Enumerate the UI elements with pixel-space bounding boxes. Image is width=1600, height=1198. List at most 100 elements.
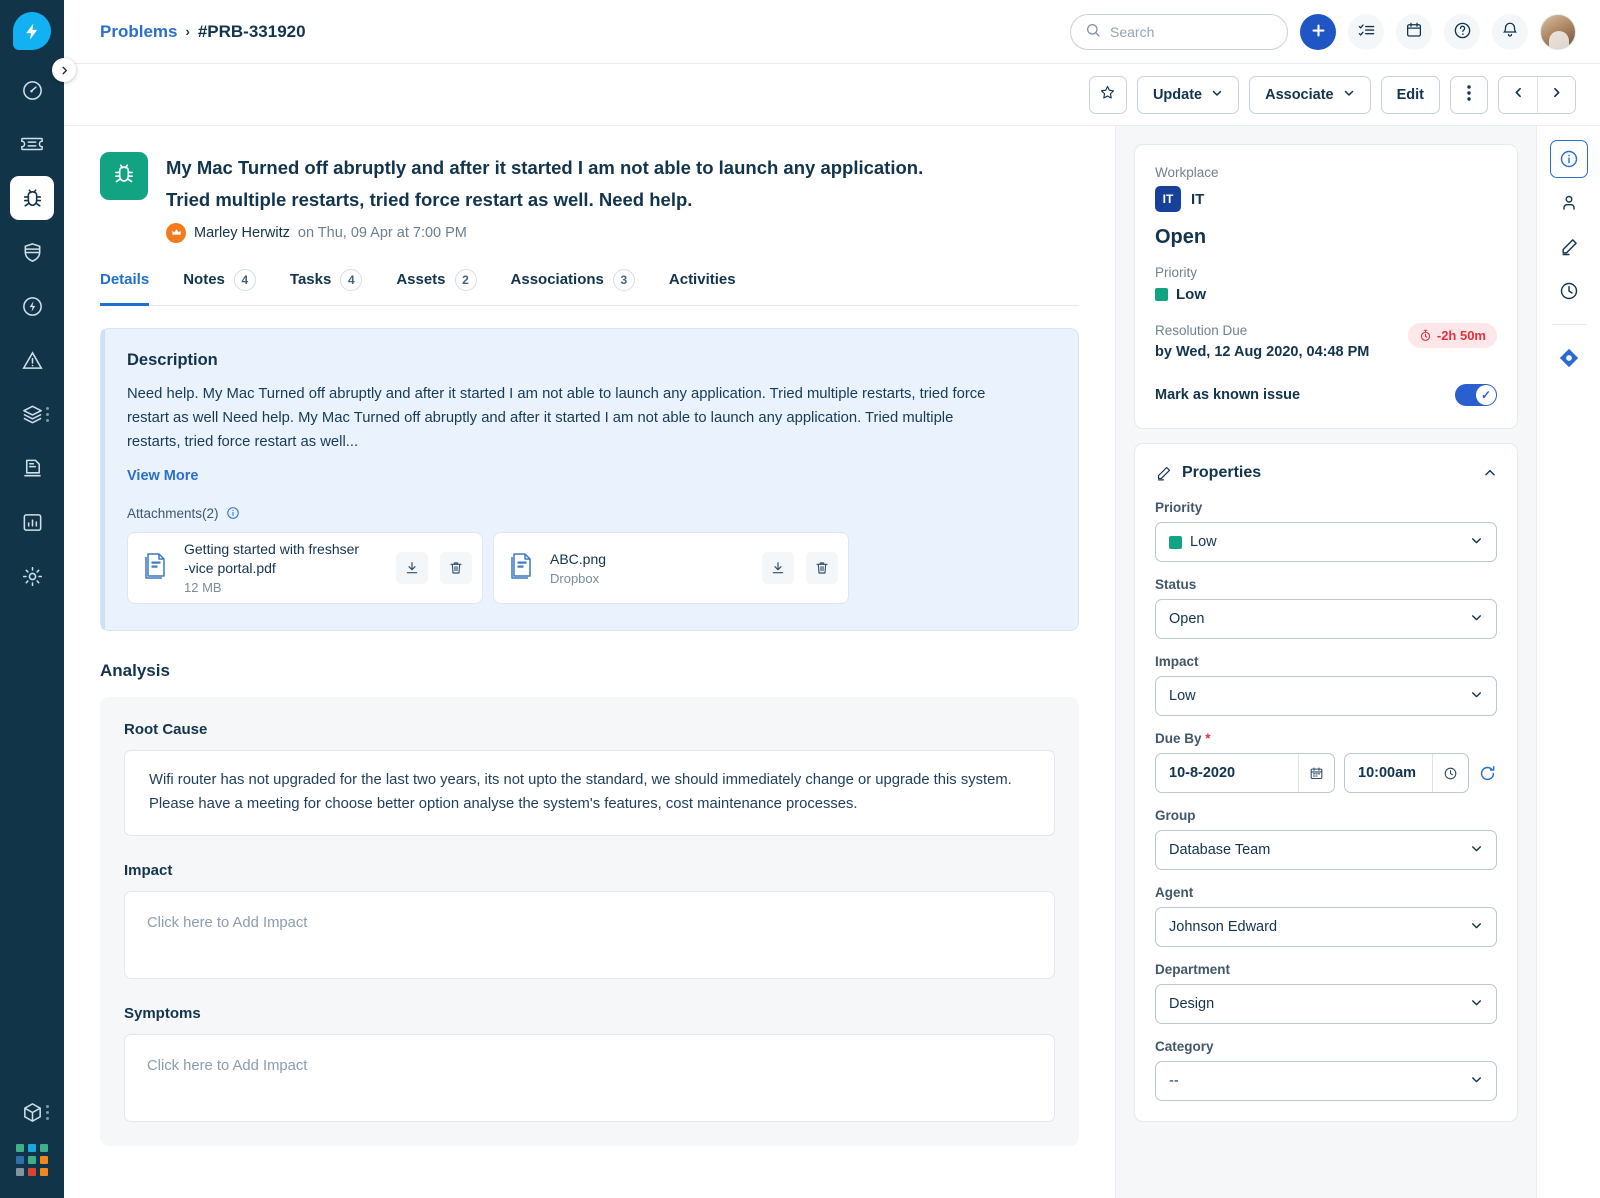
impact-input[interactable]: Click here to Add Impact bbox=[124, 890, 1055, 979]
tab-notes[interactable]: Notes 4 bbox=[183, 263, 256, 306]
properties-card: Properties Priority Low Status Open Impa… bbox=[1134, 443, 1518, 1122]
sidebar-item-dashboard[interactable] bbox=[10, 68, 54, 112]
previous-record-button[interactable] bbox=[1499, 76, 1537, 113]
attachment-item[interactable]: Getting started with freshser -vice port… bbox=[127, 531, 483, 604]
pencil-icon[interactable] bbox=[1550, 228, 1588, 266]
tab-details[interactable]: Details bbox=[100, 263, 150, 306]
tab-assets[interactable]: Assets 2 bbox=[396, 263, 477, 306]
app-root: Problems › #PRB-331920 Search Update Ass… bbox=[0, 0, 1600, 1198]
calendar-icon[interactable] bbox=[1298, 754, 1334, 792]
tab-tasks[interactable]: Tasks 4 bbox=[290, 263, 363, 306]
checklist-icon bbox=[1357, 21, 1376, 43]
status-select[interactable]: Open bbox=[1155, 599, 1497, 639]
tab-activities[interactable]: Activities bbox=[669, 263, 736, 306]
breadcrumb-parent[interactable]: Problems bbox=[100, 22, 177, 42]
description-heading: Description bbox=[127, 350, 218, 369]
tasks-button[interactable] bbox=[1348, 13, 1384, 50]
chevron-down-icon bbox=[1470, 611, 1483, 627]
priority-value: Low bbox=[1176, 286, 1206, 303]
author-name[interactable]: Marley Herwitz bbox=[194, 225, 290, 241]
trash-icon[interactable] bbox=[440, 551, 472, 584]
sidebar-item-releases[interactable] bbox=[10, 284, 54, 328]
favorite-button[interactable] bbox=[1088, 75, 1127, 114]
refresh-icon[interactable] bbox=[1478, 764, 1497, 783]
user-avatar[interactable] bbox=[1540, 13, 1576, 50]
bug-icon bbox=[111, 161, 137, 192]
attachment-item[interactable]: ABC.png Dropbox bbox=[493, 531, 849, 604]
attachments-label: Attachments(2) bbox=[127, 505, 219, 521]
chevron-up-icon[interactable] bbox=[1483, 466, 1497, 480]
lightning-bolt-logo[interactable] bbox=[13, 12, 51, 50]
sidebar-item-knowledge[interactable] bbox=[10, 446, 54, 490]
info-circle-icon[interactable] bbox=[226, 506, 240, 520]
collapse-sidebar-button[interactable] bbox=[52, 58, 76, 82]
chevron-left-icon bbox=[1512, 86, 1525, 104]
sidebar-item-incidents[interactable] bbox=[10, 338, 54, 382]
sidebar-item-assets[interactable] bbox=[10, 392, 54, 436]
update-button[interactable]: Update bbox=[1136, 75, 1240, 114]
requester-icon[interactable] bbox=[1550, 184, 1588, 222]
bar-chart-icon bbox=[21, 511, 44, 534]
symptoms-input[interactable]: Click here to Add Impact bbox=[124, 1033, 1055, 1122]
assets-overflow-dots[interactable] bbox=[46, 406, 49, 422]
priority-select-swatch bbox=[1169, 535, 1182, 549]
tab-notes-label: Notes bbox=[183, 271, 225, 289]
gear-icon bbox=[21, 565, 44, 588]
field-group-label: Group bbox=[1155, 808, 1196, 823]
sidebar-item-changes[interactable] bbox=[10, 230, 54, 274]
category-select[interactable]: -- bbox=[1155, 1061, 1497, 1101]
kebab-menu-icon bbox=[1467, 84, 1471, 105]
sidebar-item-tickets[interactable] bbox=[10, 122, 54, 166]
clock-history-icon[interactable] bbox=[1550, 272, 1588, 310]
next-record-button[interactable] bbox=[1537, 76, 1575, 113]
warning-triangle-icon bbox=[21, 349, 44, 372]
status-badge: Open bbox=[1155, 226, 1207, 248]
sla-badge: -2h 50m bbox=[1407, 323, 1497, 348]
clock-icon[interactable] bbox=[1432, 754, 1468, 792]
icon-rail-divider bbox=[1551, 324, 1586, 325]
department-select[interactable]: Design bbox=[1155, 984, 1497, 1024]
sidebar-item-problems[interactable] bbox=[10, 176, 54, 220]
field-agent-label: Agent bbox=[1155, 885, 1194, 900]
sidebar-item-marketplace[interactable] bbox=[10, 1090, 54, 1134]
marketplace-overflow-dots[interactable] bbox=[46, 1104, 49, 1120]
group-select[interactable]: Database Team bbox=[1155, 830, 1497, 870]
impact-select-value: Low bbox=[1169, 688, 1196, 704]
chevron-down-icon bbox=[1343, 87, 1355, 102]
edit-button[interactable]: Edit bbox=[1380, 75, 1440, 114]
agent-select[interactable]: Johnson Edward bbox=[1155, 907, 1497, 947]
due-date-field[interactable]: 10-8-2020 bbox=[1155, 753, 1335, 793]
root-cause-value[interactable]: Wifi router has not upgraded for the las… bbox=[124, 749, 1055, 836]
view-more-link[interactable]: View More bbox=[127, 468, 1052, 484]
description-text: Need help. My Mac Turned off abruptly an… bbox=[127, 385, 986, 450]
attachment-source: Dropbox bbox=[550, 570, 600, 586]
attachment-name: Getting started with freshser -vice port… bbox=[184, 540, 360, 577]
chevron-down-icon bbox=[1470, 688, 1483, 704]
add-new-button[interactable] bbox=[1300, 13, 1336, 50]
sidebar-item-admin[interactable] bbox=[10, 554, 54, 598]
known-issue-toggle[interactable] bbox=[1455, 384, 1497, 406]
priority-swatch bbox=[1155, 288, 1168, 301]
impact-select[interactable]: Low bbox=[1155, 676, 1497, 716]
help-button[interactable] bbox=[1444, 13, 1480, 50]
calendar-button[interactable] bbox=[1396, 13, 1432, 50]
workplace-badge: IT bbox=[1155, 186, 1181, 212]
tab-associations[interactable]: Associations 3 bbox=[511, 263, 635, 306]
priority-select[interactable]: Low bbox=[1155, 522, 1497, 562]
app-switcher-grid[interactable] bbox=[16, 1144, 48, 1176]
field-department-label: Department bbox=[1155, 962, 1231, 977]
sidebar-item-analytics[interactable] bbox=[10, 500, 54, 544]
jira-diamond-icon[interactable] bbox=[1550, 339, 1588, 377]
trash-icon[interactable] bbox=[806, 551, 838, 584]
download-icon[interactable] bbox=[762, 551, 794, 584]
associate-button[interactable]: Associate bbox=[1249, 75, 1371, 114]
due-time-field[interactable]: 10:00am bbox=[1344, 753, 1469, 793]
more-actions-button[interactable] bbox=[1450, 75, 1488, 114]
notifications-button[interactable] bbox=[1492, 13, 1528, 50]
search-box[interactable] bbox=[1070, 13, 1288, 50]
download-icon[interactable] bbox=[396, 551, 428, 584]
field-due-by-label: Due By * bbox=[1155, 731, 1497, 746]
search-input[interactable] bbox=[1110, 23, 1260, 40]
cube-icon bbox=[21, 1101, 44, 1124]
info-icon[interactable] bbox=[1549, 140, 1588, 178]
